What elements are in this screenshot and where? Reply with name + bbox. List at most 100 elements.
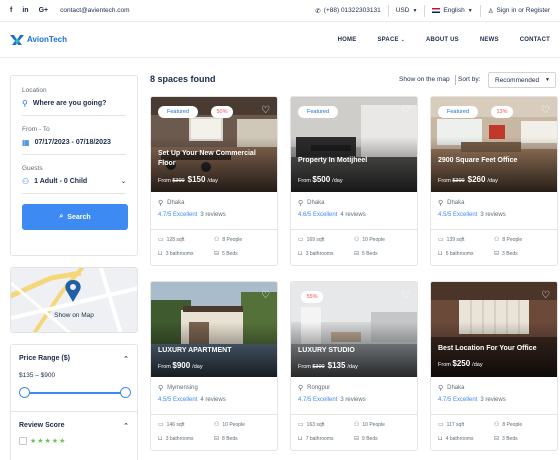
signin-link[interactable]: ♙ Sign in or Register bbox=[488, 7, 550, 15]
review-5-stars-option[interactable]: ★★★★★ bbox=[19, 437, 129, 445]
listing-location: ⚲ Mymensing bbox=[158, 384, 271, 392]
listing-card[interactable]: Featured 13% ♡ 2900 Square Feet Office From … bbox=[430, 96, 558, 266]
review-count: 3 reviews bbox=[480, 397, 506, 403]
nav-space[interactable]: SPACE ⌄ bbox=[377, 37, 405, 43]
location-input[interactable]: ⚲ Where are you going? bbox=[22, 99, 126, 116]
listing-features: ▭ 117 sqft ⚇ 8 People ⊔ 4 bathrooms ⊟ 3 Beds bbox=[431, 414, 557, 442]
area-value: 117 sqft bbox=[446, 422, 465, 428]
map-preview[interactable]: Show on Map bbox=[10, 267, 138, 333]
review-count: 3 reviews bbox=[340, 397, 366, 403]
location-text: Mymensing bbox=[167, 385, 198, 391]
people-icon: ⚇ bbox=[214, 237, 220, 243]
bed-icon: ⊟ bbox=[214, 436, 220, 442]
listing-title[interactable]: LUXURY STUDIO bbox=[298, 346, 411, 356]
language-value: English bbox=[443, 7, 465, 14]
heart-icon[interactable]: ♡ bbox=[401, 290, 410, 301]
bed-value: 9 Beds bbox=[362, 436, 378, 442]
bathroom-feature: ⊔ 5 bathrooms bbox=[438, 250, 494, 257]
listing-location: ⚲ Dhaka bbox=[438, 384, 551, 392]
listing-card[interactable]: Featured ♡ Property In Motijheel From $500/… bbox=[290, 96, 418, 266]
nav-about[interactable]: ABOUT US bbox=[426, 37, 459, 43]
listing-rating: 4.5/5 Excellent 3 reviews bbox=[438, 212, 551, 218]
listing-title[interactable]: LUXURY APARTMENT bbox=[158, 346, 271, 356]
price-from-label: From bbox=[438, 178, 451, 184]
listing-card[interactable]: 55% ♡ LUXURY STUDIO From $300 $135/day ⚲ Rongp… bbox=[290, 281, 418, 451]
map-image bbox=[11, 268, 137, 332]
current-price: $900 bbox=[172, 361, 191, 370]
guests-value: 1 Adult - 0 Child bbox=[34, 178, 88, 185]
currency-select[interactable]: USD ▼ bbox=[396, 7, 418, 14]
rating-value: 4.5/5 Excellent bbox=[158, 397, 198, 403]
people-icon: ⚇ bbox=[494, 237, 500, 243]
listing-price: From $250/day bbox=[438, 359, 483, 368]
logo-text: AvionTech bbox=[27, 35, 68, 44]
nav-news[interactable]: NEWS bbox=[480, 37, 499, 43]
bathtub-icon: ⊔ bbox=[438, 251, 443, 257]
date-range-input[interactable]: ▦ 07/17/2023 - 07/18/2023 bbox=[22, 138, 126, 155]
uk-flag-icon bbox=[432, 8, 441, 13]
sort-select[interactable]: Recommended ▼ bbox=[488, 72, 556, 88]
listing-title[interactable]: Set Up Your New Commercial Floor bbox=[158, 149, 271, 169]
rating-value: 4.7/5 Excellent bbox=[298, 397, 338, 403]
heart-icon[interactable]: ♡ bbox=[401, 105, 410, 116]
linkedin-icon[interactable]: in bbox=[22, 7, 28, 14]
search-button[interactable]: ⌕ Search bbox=[22, 204, 128, 230]
nav-contact[interactable]: CONTACT bbox=[520, 37, 550, 43]
facebook-icon[interactable]: f bbox=[10, 7, 12, 14]
listing-location: ⚲ Rongpur bbox=[298, 384, 411, 392]
review-checkbox[interactable] bbox=[19, 437, 27, 445]
phone-link[interactable]: ✆ (+88) 01322303131 bbox=[315, 7, 380, 15]
listing-location: ⚲ Dhaka bbox=[298, 199, 411, 207]
date-range-value: 07/17/2023 - 07/18/2023 bbox=[34, 139, 111, 146]
area-icon: ▭ bbox=[438, 422, 444, 428]
featured-badge: Featured bbox=[158, 106, 198, 118]
bathtub-icon: ⊔ bbox=[298, 436, 303, 442]
listing-features: ▭ 128 sqft ⚇ 8 People ⊔ 3 bathrooms ⊟ 5 Beds bbox=[151, 229, 277, 257]
price-slider-min-handle[interactable] bbox=[19, 387, 30, 398]
listing-title[interactable]: Best Location For Your Office bbox=[438, 344, 551, 354]
phone-icon: ✆ bbox=[315, 7, 321, 15]
heart-icon[interactable]: ♡ bbox=[261, 105, 270, 116]
price-from-label: From bbox=[438, 362, 451, 368]
rating-value: 4.7/5 Excellent bbox=[158, 212, 198, 218]
bathroom-feature: ⊔ 3 bathrooms bbox=[158, 250, 214, 257]
price-from-label: From bbox=[298, 364, 311, 370]
bathroom-value: 5 bathrooms bbox=[445, 251, 474, 257]
review-filter-header[interactable]: Review Score ⌃ bbox=[19, 422, 129, 430]
guests-select[interactable]: ⚇ 1 Adult - 0 Child ⌄ bbox=[22, 177, 126, 194]
listing-price: From $300 $135/day bbox=[298, 361, 358, 370]
price-filter-header[interactable]: Price Range ($) ⌃ bbox=[19, 355, 129, 363]
star-icons: ★★★★★ bbox=[30, 438, 67, 445]
listing-location: ⚲ Dhaka bbox=[438, 199, 551, 207]
google-plus-icon[interactable]: G+ bbox=[39, 7, 49, 14]
contact-email[interactable]: contact@avientech.com bbox=[60, 7, 129, 14]
listing-title[interactable]: 2900 Square Feet Office bbox=[438, 156, 551, 166]
nav-home[interactable]: HOME bbox=[338, 37, 357, 43]
bed-icon: ⊟ bbox=[494, 436, 500, 442]
chevron-down-icon: ▼ bbox=[412, 7, 418, 14]
area-value: 139 sqft bbox=[446, 237, 465, 243]
price-slider-max-handle[interactable] bbox=[120, 387, 131, 398]
listing-price: From $900/day bbox=[158, 361, 203, 370]
listing-card[interactable]: Featured 50% ♡ Set Up Your New Commercial F… bbox=[150, 96, 278, 266]
price-slider[interactable] bbox=[19, 387, 131, 399]
show-on-map-toggle[interactable]: Show on the map bbox=[399, 76, 450, 83]
discount-badge: 13% bbox=[491, 106, 513, 118]
people-icon: ⚇ bbox=[494, 422, 500, 428]
heart-icon[interactable]: ♡ bbox=[541, 290, 550, 301]
people-icon: ⚇ bbox=[214, 422, 220, 428]
bathtub-icon: ⊔ bbox=[158, 251, 163, 257]
language-select[interactable]: English ▼ bbox=[432, 7, 473, 14]
site-logo[interactable]: AvionTech bbox=[10, 34, 67, 46]
discount-badge: 55% bbox=[301, 291, 323, 303]
heart-icon[interactable]: ♡ bbox=[261, 290, 270, 301]
listing-card[interactable]: ♡ LUXURY APARTMENT From $900/day ⚲ Mymensing… bbox=[150, 281, 278, 451]
bed-value: 5 Beds bbox=[222, 251, 238, 257]
listing-card[interactable]: ♡ Best Location For Your Office From $250/… bbox=[430, 281, 558, 451]
current-price: $135 bbox=[327, 361, 346, 370]
heart-icon[interactable]: ♡ bbox=[541, 105, 550, 116]
user-icon: ♙ bbox=[487, 7, 494, 15]
people-feature: ⚇ 8 People bbox=[214, 236, 270, 243]
people-icon: ⚇ bbox=[354, 422, 360, 428]
listing-title[interactable]: Property In Motijheel bbox=[298, 156, 411, 166]
